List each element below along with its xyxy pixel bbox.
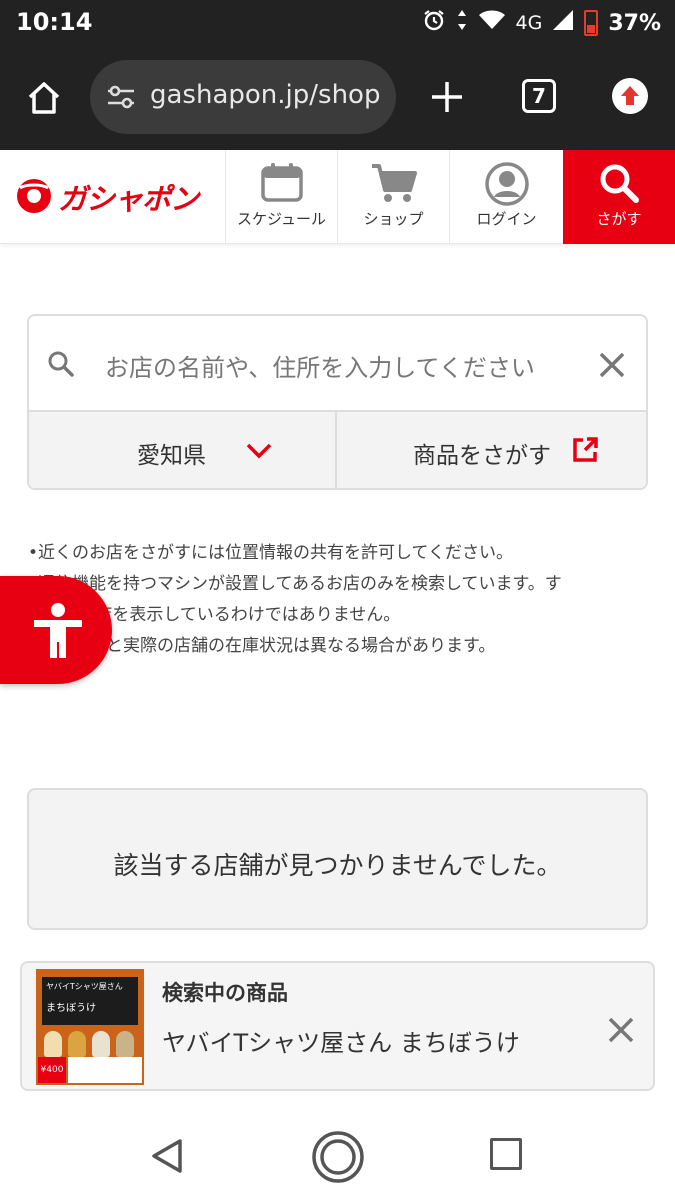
address-bar[interactable]: gashapon.jp/shop: [90, 60, 396, 134]
calendar-icon: [260, 163, 303, 202]
nav-login-label: ログイン: [476, 210, 537, 228]
nav-search-label: さがす: [596, 210, 642, 228]
product-thumbnail[interactable]: ヤバイTシャツ屋さん まちぼうけ ¥400: [36, 969, 144, 1085]
figure-shape: [92, 1031, 110, 1057]
battery-icon: [584, 10, 599, 36]
accessibility-icon: [34, 603, 82, 658]
site-header: ガシャポン スケジュール ショップ ログイン さがす: [0, 150, 675, 244]
nav-shop[interactable]: ショップ: [337, 150, 449, 244]
figure-shape: [44, 1031, 62, 1057]
prefecture-select[interactable]: 愛知県: [29, 412, 337, 488]
search-input[interactable]: お店の名前や、住所を入力してください: [29, 316, 646, 410]
cart-icon: [371, 164, 417, 202]
signal-icon: [552, 9, 574, 37]
clear-icon[interactable]: [597, 350, 627, 384]
note-line: べてのお店を表示しているわけではありません。: [28, 605, 401, 625]
search-icon: [47, 350, 75, 382]
no-results-message: 該当する店舗が見つかりませんでした。: [113, 851, 562, 880]
chevron-down-icon: [245, 442, 273, 464]
gashapon-logo[interactable]: ガシャポン: [16, 172, 208, 222]
note-line: •通信機能を持つマシンが設置してあるお店のみを検索しています。す: [28, 574, 562, 594]
figure-shape: [116, 1031, 134, 1057]
site-settings-icon[interactable]: [106, 84, 136, 114]
battery-percent: 37%: [608, 10, 661, 36]
alarm-icon: [422, 8, 446, 38]
filter-row: 愛知県 商品をさがす: [29, 410, 646, 488]
searching-label: 検索中の商品: [162, 981, 288, 1005]
capsule-logo-icon: [17, 179, 51, 213]
note-line: •表示内容と実際の店舗の在庫状況は異なる場合があります。: [28, 636, 496, 656]
network-type: 4G: [515, 12, 543, 34]
url-text: gashapon.jp/shop: [150, 80, 381, 110]
thumbnail-subtitle: まちぼうけ: [46, 1003, 96, 1014]
prefecture-value: 愛知県: [137, 443, 206, 469]
nav-search[interactable]: さがす: [563, 150, 675, 244]
thumbnail-title: ヤバイTシャツ屋さん: [46, 982, 123, 991]
search-notes: •近くのお店をさがすには位置情報の共有を許可してください。 •通信機能を持つマシ…: [28, 538, 648, 662]
product-search-link[interactable]: 商品をさがす: [337, 412, 646, 488]
back-icon[interactable]: [150, 1138, 184, 1178]
logo-text: ガシャポン: [58, 182, 199, 216]
recent-apps-icon[interactable]: [490, 1138, 522, 1170]
note-line: •近くのお店をさがすには位置情報の共有を許可してください。: [28, 543, 514, 563]
external-link-icon: [571, 436, 599, 468]
searching-product-name: ヤバイTシャツ屋さん まちぼうけ: [162, 1029, 520, 1057]
nav-schedule[interactable]: スケジュール: [225, 150, 337, 244]
browser-toolbar: gashapon.jp/shop 7: [0, 48, 675, 150]
new-tab-icon[interactable]: [428, 78, 466, 116]
home-nav-icon[interactable]: [311, 1130, 365, 1188]
status-icons: 4G 37%: [422, 8, 661, 38]
search-placeholder: お店の名前や、住所を入力してください: [105, 354, 535, 382]
nav-login[interactable]: ログイン: [449, 150, 563, 244]
update-icon[interactable]: [612, 78, 648, 114]
shop-search-panel: お店の名前や、住所を入力してください 愛知県 商品をさがす: [27, 314, 648, 490]
tab-switcher-button[interactable]: 7: [522, 79, 556, 113]
status-time: 10:14: [16, 8, 93, 36]
search-icon: [600, 164, 639, 203]
figure-shape: [68, 1031, 86, 1057]
accessibility-button[interactable]: [0, 576, 112, 684]
nav-shop-label: ショップ: [363, 210, 424, 228]
data-arrows-icon: [456, 8, 468, 38]
wifi-icon: [478, 9, 506, 37]
home-icon[interactable]: [24, 78, 64, 118]
nav-schedule-label: スケジュール: [237, 210, 326, 228]
user-icon: [484, 162, 529, 206]
thumbnail-price: ¥400: [38, 1057, 66, 1083]
close-icon[interactable]: [606, 1015, 636, 1049]
status-bar: 10:14 4G 37%: [0, 0, 675, 48]
system-nav-bar: [0, 1110, 675, 1200]
product-search-label: 商品をさがす: [413, 443, 551, 469]
thumbnail-info-strip: [68, 1057, 142, 1083]
searching-product-card: ヤバイTシャツ屋さん まちぼうけ ¥400 検索中の商品 ヤバイTシャツ屋さん …: [20, 961, 655, 1091]
no-results-box: 該当する店舗が見つかりませんでした。: [27, 788, 648, 930]
